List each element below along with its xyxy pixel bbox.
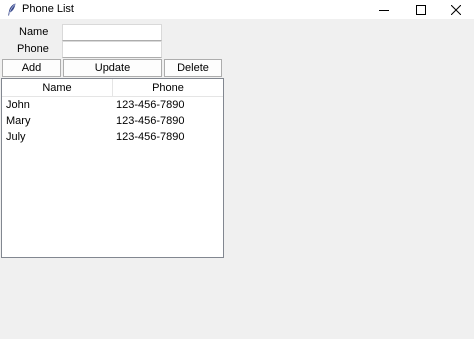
table-row[interactable]: Mary 123-456-7890 [2,113,223,129]
phone-table[interactable]: Name Phone John 123-456-7890 Mary 123-45… [1,78,224,258]
feather-icon [7,3,17,16]
name-field[interactable] [62,24,162,41]
table-row[interactable]: John 123-456-7890 [2,97,223,113]
row-name-cell: Mary [6,115,31,127]
maximize-button[interactable] [403,0,439,19]
add-button[interactable]: Add [2,59,61,77]
window-title: Phone List [22,3,74,15]
row-phone-cell: 123-456-7890 [116,131,185,143]
phone-field[interactable] [62,41,162,58]
name-label: Name [19,26,49,38]
close-button[interactable] [438,0,474,19]
column-header-phone[interactable]: Phone [113,79,223,97]
close-icon [451,4,461,15]
title-bar[interactable]: Phone List [0,0,474,19]
maximize-icon [416,4,426,15]
table-header: Name Phone [2,79,223,97]
app-window: Phone List Name Phone Add Update Delete … [0,0,474,339]
update-button[interactable]: Update [63,59,162,77]
table-row[interactable]: July 123-456-7890 [2,129,223,145]
row-name-cell: John [6,99,30,111]
row-phone-cell: 123-456-7890 [116,99,185,111]
table-body: John 123-456-7890 Mary 123-456-7890 July… [2,97,223,145]
delete-button[interactable]: Delete [164,59,222,77]
minimize-button[interactable] [366,0,402,19]
row-phone-cell: 123-456-7890 [116,115,185,127]
column-header-name[interactable]: Name [2,79,113,97]
row-name-cell: July [6,131,26,143]
phone-label: Phone [17,43,49,55]
minimize-icon [379,5,389,15]
